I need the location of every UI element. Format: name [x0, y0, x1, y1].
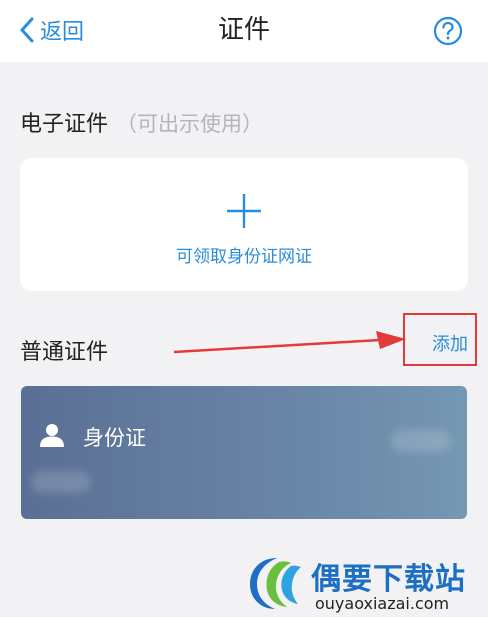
electronic-section-title: 电子证件 [20, 112, 109, 137]
plus-icon [227, 194, 261, 228]
get-id-web-cert-card[interactable]: 可领取身份证网证 [20, 158, 468, 291]
redacted-blur [391, 430, 451, 452]
id-card-label: 身份证 [83, 426, 146, 450]
person-icon [40, 424, 64, 447]
top-nav-bar: 返回 证件 [0, 0, 488, 62]
page-title: 证件 [217, 15, 270, 45]
regular-section-title: 普通证件 [20, 340, 109, 365]
add-certificate-link[interactable]: 添加 [432, 330, 468, 356]
watermark-title: 偶要下载站 [311, 562, 466, 597]
redacted-blur [31, 471, 91, 493]
get-id-web-cert-label: 可领取身份证网证 [176, 247, 312, 267]
site-watermark: 偶要下载站 ouyaoxiazai.com [245, 552, 475, 614]
electronic-section-subtitle: （可出示使用） [116, 112, 264, 136]
red-arrow-annotation [173, 331, 406, 354]
electronic-section-heading: 电子证件 （可出示使用） [20, 106, 263, 138]
question-circle-icon[interactable] [433, 16, 463, 46]
watermark-url: ouyaoxiazai.com [315, 594, 450, 613]
site-logo-icon [250, 558, 301, 609]
id-card-item[interactable]: 身份证 [21, 386, 467, 519]
